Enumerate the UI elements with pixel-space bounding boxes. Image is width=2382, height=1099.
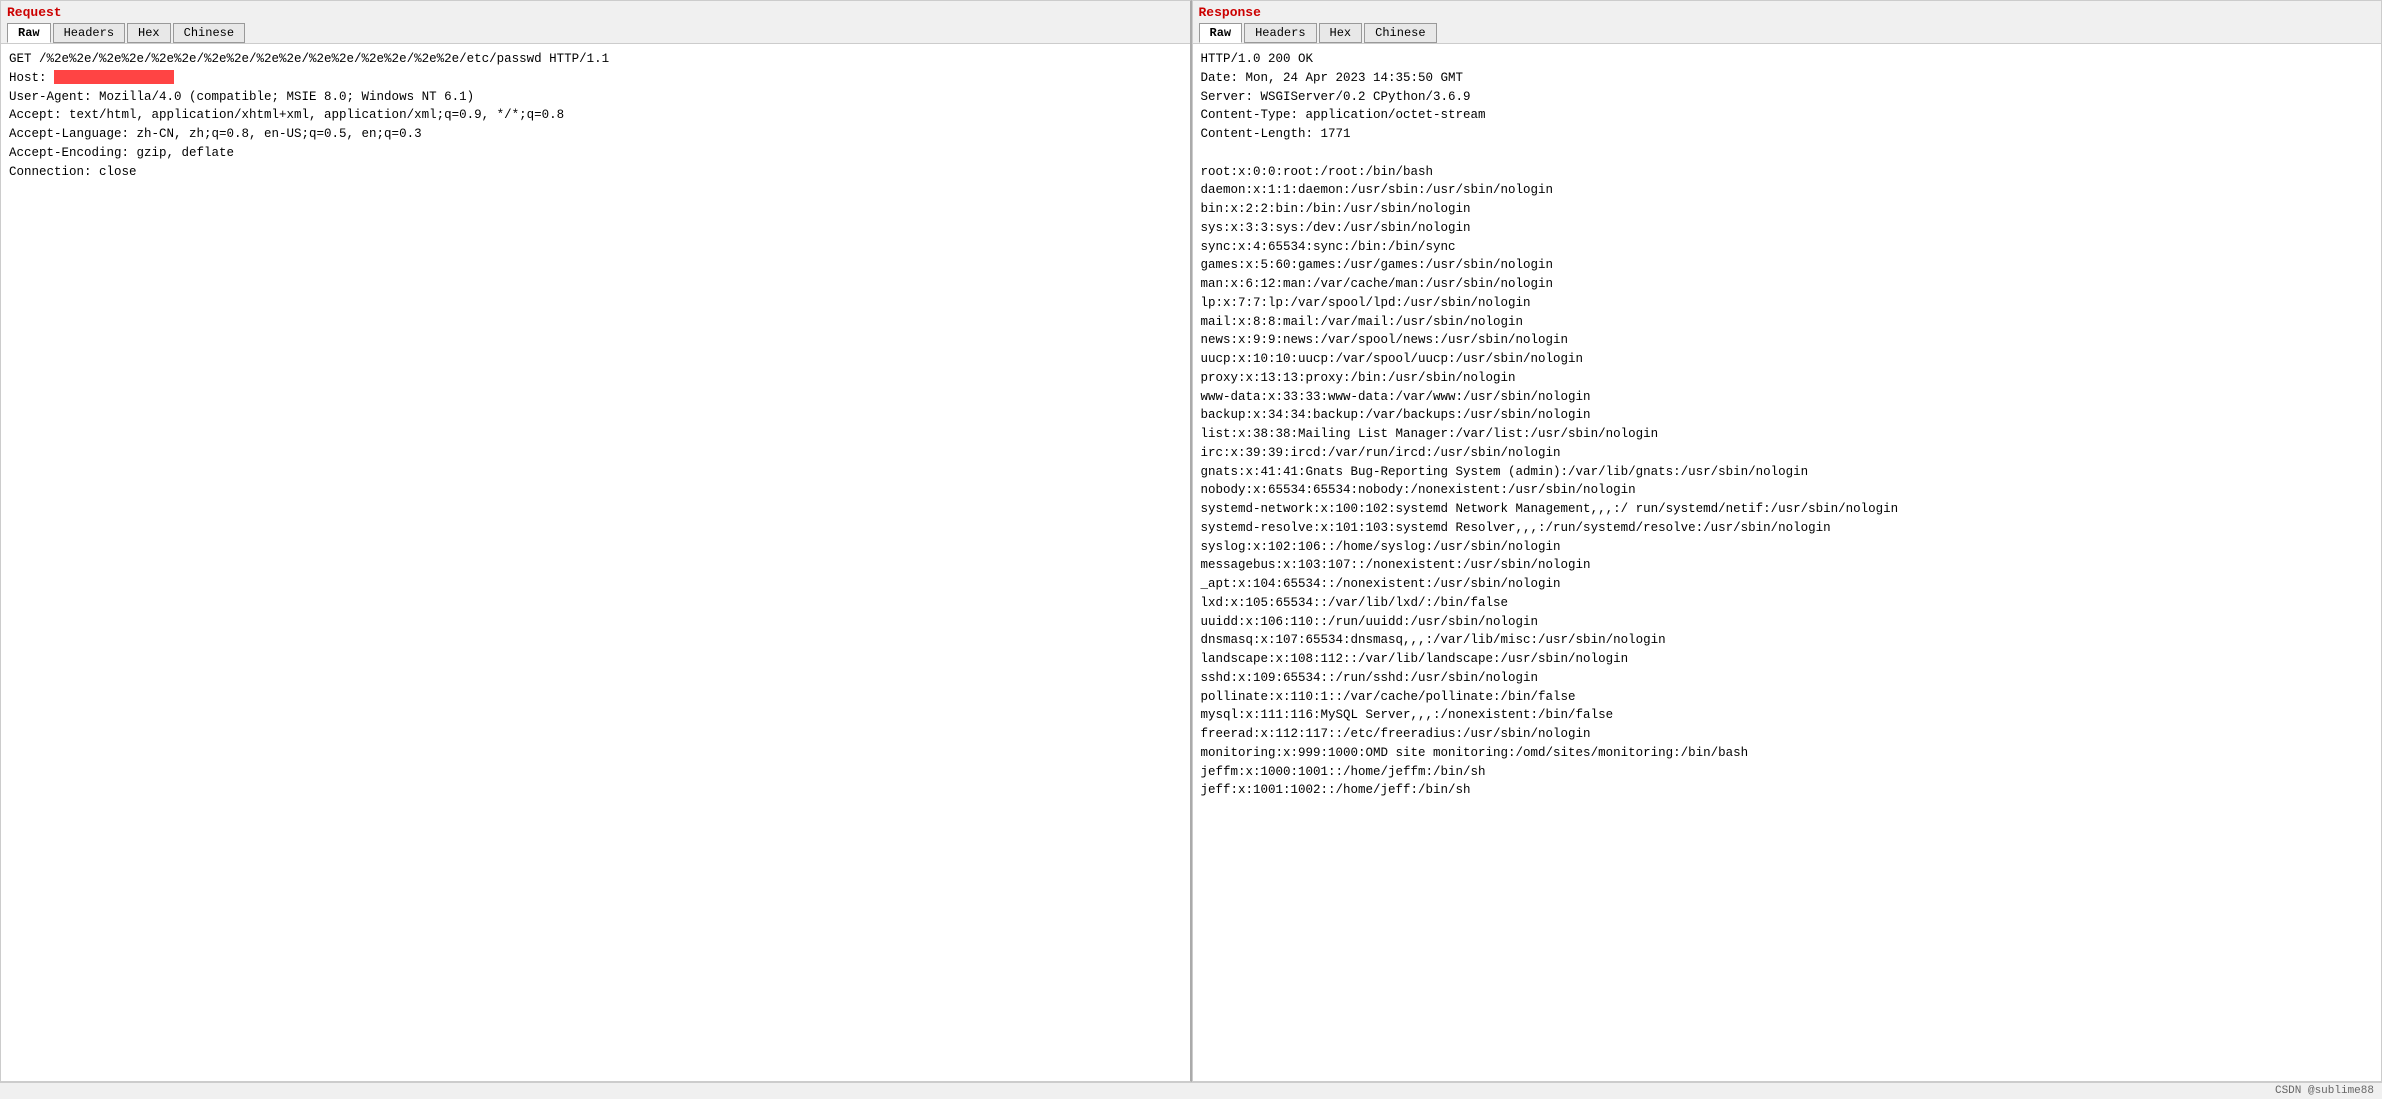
response-content: HTTP/1.0 200 OK Date: Mon, 24 Apr 2023 1… [1193, 44, 2382, 1081]
response-tab-hex[interactable]: Hex [1319, 23, 1363, 43]
request-host-line: Host: [9, 71, 174, 85]
request-accept-lang: Accept-Language: zh-CN, zh;q=0.8, en-US;… [9, 127, 422, 141]
response-header: Response Raw Headers Hex Chinese [1193, 1, 2382, 44]
request-accept-enc: Accept-Encoding: gzip, deflate [9, 146, 234, 160]
request-connection: Connection: close [9, 165, 137, 179]
request-tab-chinese[interactable]: Chinese [173, 23, 245, 43]
response-tab-raw[interactable]: Raw [1199, 23, 1243, 43]
request-tab-headers[interactable]: Headers [53, 23, 125, 43]
request-header: Request Raw Headers Hex Chinese [1, 1, 1190, 44]
footer: CSDN @sublime88 [0, 1082, 2382, 1099]
host-value [54, 70, 174, 84]
main-container: Request Raw Headers Hex Chinese GET /%2e… [0, 0, 2382, 1082]
response-tab-chinese[interactable]: Chinese [1364, 23, 1436, 43]
request-content: GET /%2e%2e/%2e%2e/%2e%2e/%2e%2e/%2e%2e/… [1, 44, 1190, 1081]
response-title: Response [1199, 5, 2376, 20]
request-line1: GET /%2e%2e/%2e%2e/%2e%2e/%2e%2e/%2e%2e/… [9, 52, 609, 66]
request-title: Request [7, 5, 1184, 20]
footer-text: CSDN @sublime88 [2275, 1085, 2374, 1097]
request-tab-hex[interactable]: Hex [127, 23, 171, 43]
request-panel: Request Raw Headers Hex Chinese GET /%2e… [0, 0, 1192, 1082]
request-accept: Accept: text/html, application/xhtml+xml… [9, 108, 564, 122]
response-panel: Response Raw Headers Hex Chinese HTTP/1.… [1192, 0, 2382, 1082]
response-tab-headers[interactable]: Headers [1244, 23, 1316, 43]
request-useragent: User-Agent: Mozilla/4.0 (compatible; MSI… [9, 90, 474, 104]
response-tabs: Raw Headers Hex Chinese [1199, 23, 2376, 43]
request-tab-raw[interactable]: Raw [7, 23, 51, 43]
request-tabs: Raw Headers Hex Chinese [7, 23, 1184, 43]
